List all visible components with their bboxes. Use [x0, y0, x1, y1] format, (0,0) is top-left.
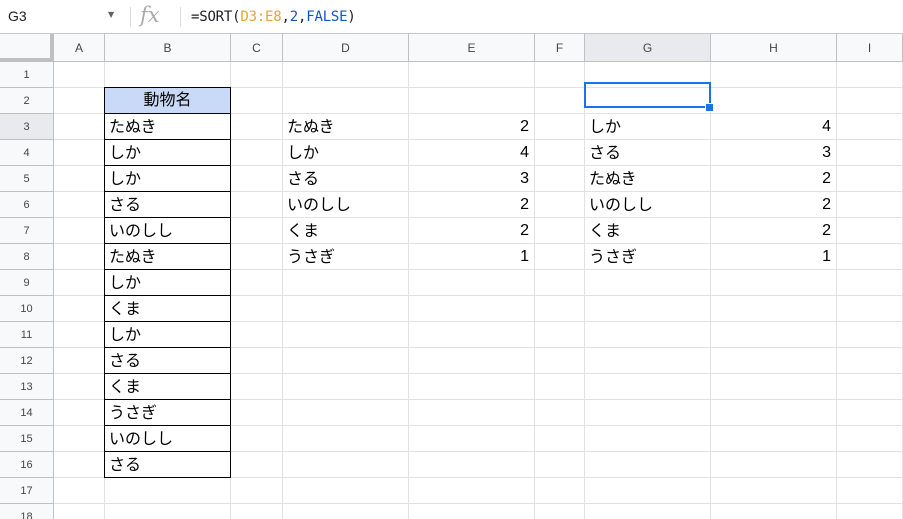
row-header-4[interactable]: 4 [0, 140, 54, 166]
cell-e7[interactable]: 2 [409, 218, 535, 244]
column-b-cell[interactable]: さる [104, 348, 231, 374]
column-b-cell[interactable]: くま [104, 296, 231, 322]
column-header-e[interactable]: E [409, 34, 535, 62]
spreadsheet-grid[interactable]: A B C D E F G H I 1 2 3 4 5 6 7 8 9 10 11 12 13 14 15 16 17 18 動物名た… [0, 34, 903, 519]
formula-bool-arg: FALSE [306, 9, 348, 25]
cell-e5[interactable]: 3 [409, 166, 535, 192]
row-header-3[interactable]: 3 [0, 114, 54, 140]
row-header-5[interactable]: 5 [0, 166, 54, 192]
column-b-cell[interactable]: いのしし [104, 218, 231, 244]
fill-handle[interactable] [705, 103, 714, 112]
column-b-cell[interactable]: いのしし [104, 426, 231, 452]
cell-d4[interactable]: しか [283, 140, 409, 166]
name-box-value[interactable]: G3 [8, 8, 27, 24]
divider [130, 7, 131, 27]
column-b-cell[interactable]: さる [104, 192, 231, 218]
column-header-c[interactable]: C [231, 34, 283, 62]
column-b-cell[interactable]: うさぎ [104, 400, 231, 426]
cell-d6[interactable]: いのしし [283, 192, 409, 218]
formula-bar: G3 ▼ fx =SORT(D3:E8,2,FALSE) [0, 0, 903, 34]
formula-suffix: ) [347, 9, 356, 25]
column-header-a[interactable]: A [54, 34, 105, 62]
cell-d7[interactable]: くま [283, 218, 409, 244]
row-header-8[interactable]: 8 [0, 244, 54, 270]
column-header-f[interactable]: F [535, 34, 585, 62]
row-header-13[interactable]: 13 [0, 374, 54, 400]
column-header-b[interactable]: B [105, 34, 231, 62]
row-header-15[interactable]: 15 [0, 426, 54, 452]
cell-g6[interactable]: いのしし [585, 192, 711, 218]
column-b-cell[interactable]: たぬき [104, 114, 231, 140]
formula-input[interactable]: =SORT(D3:E8,2,FALSE) [191, 9, 356, 25]
row-header-10[interactable]: 10 [0, 296, 54, 322]
cell-g7[interactable]: くま [585, 218, 711, 244]
cell-g8[interactable]: うさぎ [585, 244, 711, 270]
row-header-11[interactable]: 11 [0, 322, 54, 348]
row-header-18[interactable]: 18 [0, 504, 54, 519]
cell-d8[interactable]: うさぎ [283, 244, 409, 270]
column-b-cell[interactable]: しか [104, 166, 231, 192]
cell-g5[interactable]: たぬき [585, 166, 711, 192]
cell-e8[interactable]: 1 [409, 244, 535, 270]
fx-icon: fx [140, 3, 160, 27]
formula-comma: , [298, 9, 307, 25]
row-header-7[interactable]: 7 [0, 218, 54, 244]
cell-g4[interactable]: さる [585, 140, 711, 166]
gridline-horizontal [54, 503, 903, 504]
chevron-down-icon[interactable]: ▼ [108, 10, 114, 19]
column-b-cell[interactable]: たぬき [104, 244, 231, 270]
cell-h6[interactable]: 2 [711, 192, 837, 218]
column-header-g[interactable]: G [585, 34, 711, 62]
divider [180, 7, 181, 27]
column-header-i[interactable]: I [837, 34, 903, 62]
cell-e4[interactable]: 4 [409, 140, 535, 166]
cell-h4[interactable]: 3 [711, 140, 837, 166]
formula-prefix: =SORT( [191, 9, 241, 25]
column-header-d[interactable]: D [283, 34, 409, 62]
column-b-header-cell[interactable]: 動物名 [104, 87, 231, 114]
select-all-corner[interactable] [0, 34, 54, 62]
formula-range-ref: D3:E8 [240, 9, 282, 25]
column-b-cell[interactable]: しか [104, 322, 231, 348]
row-header-2[interactable]: 2 [0, 88, 54, 114]
column-b-cell[interactable]: くま [104, 374, 231, 400]
cell-h7[interactable]: 2 [711, 218, 837, 244]
row-header-14[interactable]: 14 [0, 400, 54, 426]
name-box[interactable]: G3 ▼ [0, 0, 130, 33]
cell-h5[interactable]: 2 [711, 166, 837, 192]
cell-h3[interactable]: 4 [711, 114, 837, 140]
column-header-h[interactable]: H [711, 34, 837, 62]
row-header-17[interactable]: 17 [0, 478, 54, 504]
column-b-cell[interactable]: しか [104, 270, 231, 296]
column-b-cell[interactable]: しか [104, 140, 231, 166]
row-header-12[interactable]: 12 [0, 348, 54, 374]
cell-g3[interactable]: しか [585, 114, 711, 140]
formula-number-arg: 2 [289, 9, 298, 25]
row-header-1[interactable]: 1 [0, 62, 54, 88]
cell-e6[interactable]: 2 [409, 192, 535, 218]
cell-h8[interactable]: 1 [711, 244, 837, 270]
row-header-16[interactable]: 16 [0, 452, 54, 478]
row-header-6[interactable]: 6 [0, 192, 54, 218]
cell-d5[interactable]: さる [283, 166, 409, 192]
cell-e3[interactable]: 2 [409, 114, 535, 140]
row-header-9[interactable]: 9 [0, 270, 54, 296]
formula-comma: , [281, 9, 290, 25]
cell-d3[interactable]: たぬき [283, 114, 409, 140]
column-b-cell[interactable]: さる [104, 452, 231, 478]
